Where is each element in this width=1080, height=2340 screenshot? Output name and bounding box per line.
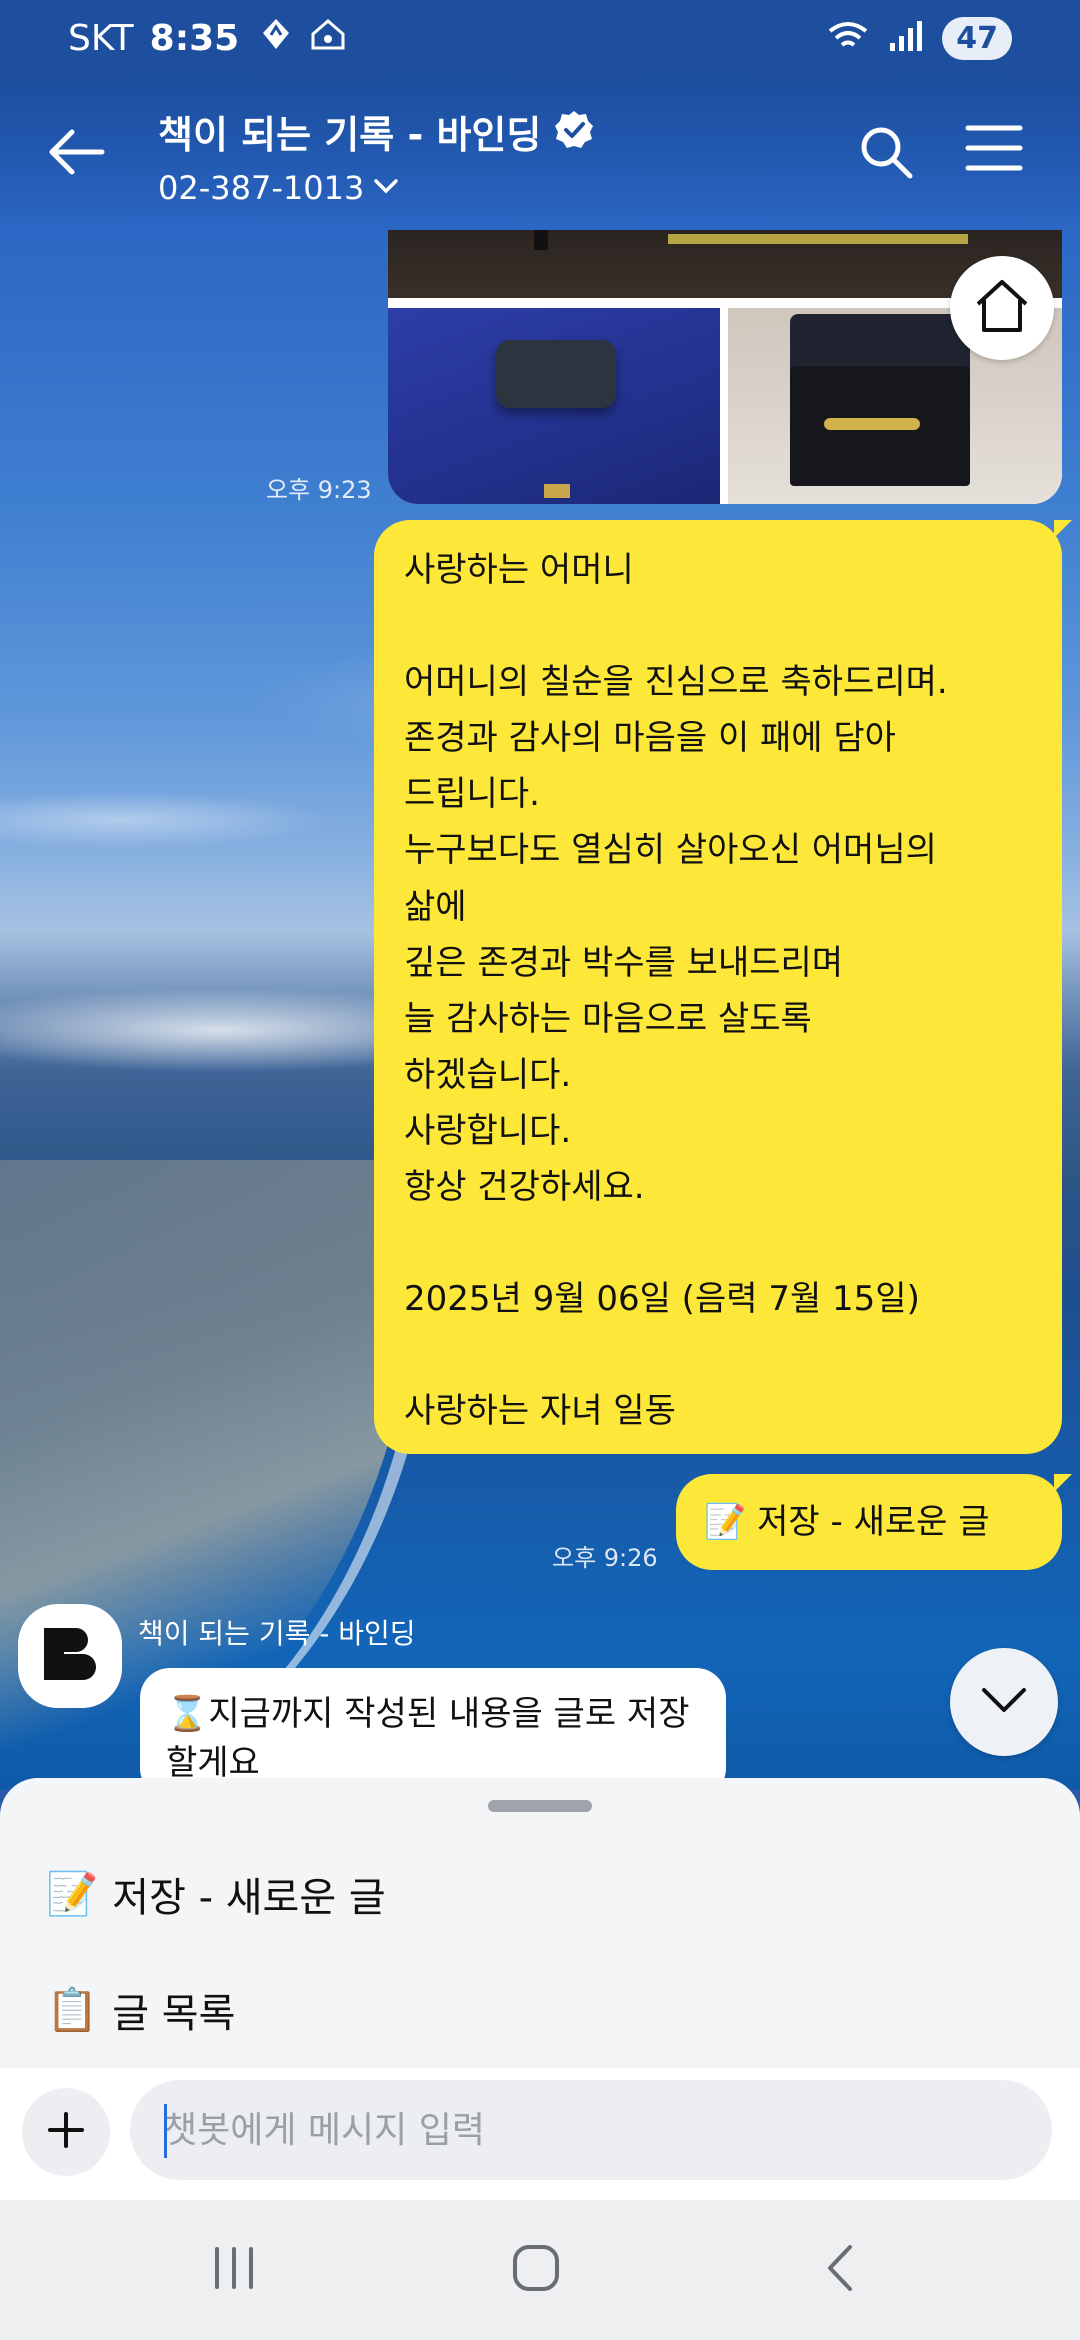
chat-title-block[interactable]: 책이 되는 기록 - 바인딩 02-387-1013	[158, 104, 595, 207]
plus-icon	[46, 2110, 86, 2154]
chat-header: 책이 되는 기록 - 바인딩 02-387-1013	[0, 76, 1080, 226]
recent-apps-button[interactable]	[194, 2230, 274, 2310]
quick-reply-list[interactable]: 📋 글 목록	[46, 1970, 235, 2050]
photo-top-strip	[668, 234, 968, 244]
photo-top-detail	[534, 230, 548, 250]
recent-apps-icon	[209, 2245, 259, 2295]
signal-icon	[888, 19, 924, 57]
back-chevron-icon	[820, 2243, 860, 2297]
home-button[interactable]	[950, 256, 1054, 360]
chat-title: 책이 되는 기록 - 바인딩	[158, 113, 542, 157]
menu-icon	[964, 125, 1024, 178]
memo-icon: 📝	[46, 1869, 99, 1918]
photo-lid	[790, 314, 970, 374]
photo-blue-box[interactable]	[388, 308, 720, 504]
search-button[interactable]	[856, 122, 920, 186]
wifi-icon	[826, 19, 870, 57]
status-bar: SKT 8:35 47	[0, 0, 1080, 76]
home-wifi-icon	[309, 18, 347, 58]
menu-button[interactable]	[964, 122, 1028, 186]
phone-row[interactable]: 02-387-1013	[158, 169, 595, 207]
navigation-icon	[261, 17, 291, 59]
quick-reply-label: 저장 - 새로운 글	[112, 1875, 386, 1921]
text-cursor	[164, 2104, 167, 2158]
home-circle-icon	[511, 2243, 561, 2297]
bot-name: 책이 되는 기록 - 바인딩	[138, 1617, 416, 1650]
message-timestamp: 오후 9:23	[266, 476, 372, 504]
verified-badge-icon	[553, 109, 595, 155]
home-icon	[972, 278, 1032, 338]
phone-number: 02-387-1013	[158, 169, 365, 207]
chevron-down-icon	[372, 176, 400, 200]
search-icon	[856, 127, 916, 186]
home-nav-button[interactable]	[496, 2230, 576, 2310]
battery-level: 47	[942, 16, 1012, 60]
save-message[interactable]: 📝 저장 - 새로운 글	[676, 1474, 1072, 1570]
clock: 8:35	[149, 17, 240, 59]
back-arrow-icon	[46, 128, 106, 180]
photo-gold-key	[824, 418, 920, 430]
binding-logo-icon	[40, 1624, 100, 1688]
back-nav-button[interactable]	[800, 2230, 880, 2310]
message-timestamp: 오후 9:26	[552, 1544, 658, 1572]
quick-reply-label: 글 목록	[112, 1991, 236, 2037]
scroll-down-button[interactable]	[950, 1648, 1058, 1756]
chevron-down-icon	[979, 1685, 1029, 1719]
attach-button[interactable]	[22, 2088, 110, 2176]
clipboard-icon: 📋	[46, 1985, 99, 2034]
quick-reply-save[interactable]: 📝 저장 - 새로운 글	[46, 1854, 386, 1934]
photo-clasp	[544, 484, 570, 498]
letter-message[interactable]: 사랑하는 어머니 어머니의 칠순을 진심으로 축하드리며. 존경과 감사의 마음…	[374, 520, 1072, 1454]
photo-case	[496, 340, 616, 408]
back-button[interactable]	[44, 122, 108, 186]
quick-reply-sheet: 📝 저장 - 새로운 글 📋 글 목록	[0, 1778, 1080, 2340]
message-input-bar	[0, 2068, 1080, 2200]
carrier-label: SKT	[68, 17, 134, 59]
image-message[interactable]	[388, 230, 1062, 504]
message-input[interactable]	[130, 2080, 1052, 2180]
system-nav-bar	[0, 2200, 1080, 2340]
bot-avatar[interactable]	[18, 1604, 122, 1708]
sheet-handle[interactable]	[488, 1800, 592, 1812]
